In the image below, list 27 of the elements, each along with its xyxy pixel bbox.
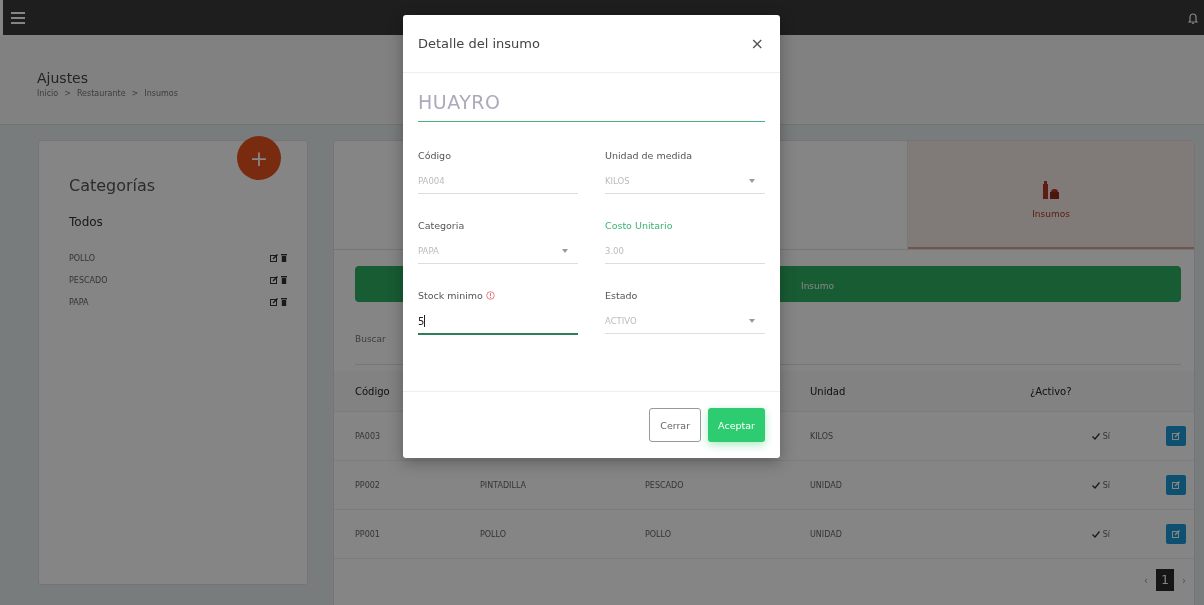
table-cell-text: KILOS <box>810 431 835 441</box>
field-label: Estado <box>605 290 638 301</box>
column-header: Código <box>355 385 391 397</box>
breadcrumb-separator: > <box>64 89 71 98</box>
card-title: Categorías <box>69 176 156 195</box>
table-cell-text: POLLO <box>645 529 673 539</box>
table-cell-text: PP002 <box>355 480 381 490</box>
table-cell-text: PESCADO <box>645 480 685 490</box>
status-label: Sí <box>1091 529 1110 539</box>
table-cell-text: POLLO <box>480 529 508 539</box>
status-label: Sí <box>1091 480 1110 490</box>
field-label: Código <box>418 150 451 161</box>
column-header: Unidad <box>810 385 847 397</box>
column-header: ¿Activo? <box>1030 385 1073 397</box>
status-label: Sí <box>1091 431 1110 441</box>
field-label: Categoria <box>418 220 465 231</box>
table-cell-text: PINTADILLA <box>480 480 527 490</box>
table-cell-text: UNIDAD <box>810 529 843 539</box>
table-cell-text: PA003 <box>355 431 382 441</box>
modal-title: Detalle del insumo <box>418 36 540 51</box>
breadcrumb-separator: > <box>131 89 139 98</box>
field-label: Unidad de medida <box>605 150 693 161</box>
field-label: Costo Unitario <box>605 220 673 231</box>
table-cell-text: PP001 <box>355 529 381 539</box>
table-cell-text: UNIDAD <box>810 480 843 490</box>
field-label: Stock minimo <box>418 290 495 301</box>
page-title: Ajustes <box>37 70 89 86</box>
